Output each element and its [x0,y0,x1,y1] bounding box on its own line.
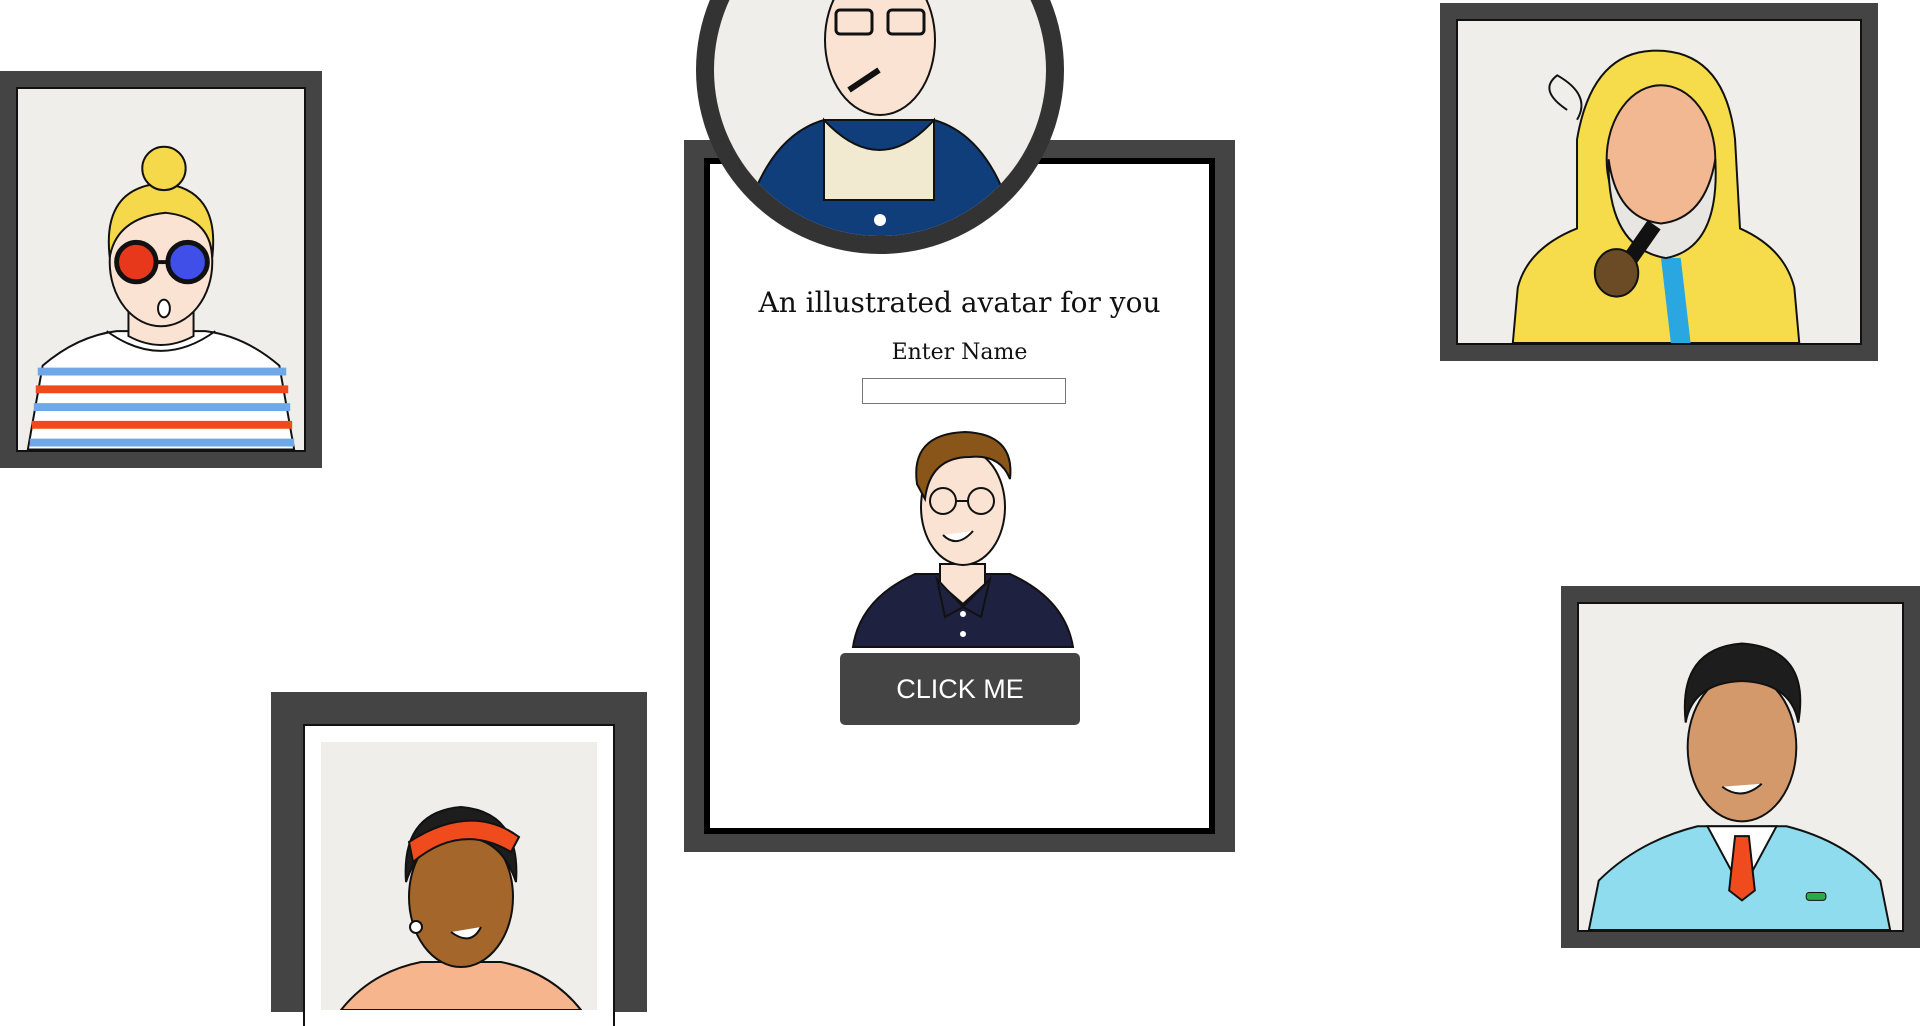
avatar-fisherman-icon [1511,49,1801,343]
name-label: Enter Name [891,340,1028,365]
portrait-frame-sweater-man [1561,586,1920,948]
click-me-button[interactable]: CLICK ME [840,653,1080,725]
portrait-frame-fisherman [1440,3,1878,361]
avatar-blonde-woman-icon [26,145,296,450]
avatar-headscarf-woman-icon [339,805,583,1010]
name-input[interactable] [862,378,1066,404]
card-title: An illustrated avatar for you [758,286,1161,319]
avatar-brown-hair-man-icon [851,430,1075,648]
portrait-frame-blonde-woman [0,71,322,468]
portrait-frame-headscarf-woman [271,692,647,1026]
avatar-sweater-man-icon [1587,642,1892,930]
portrait-medallion-redhead-man [684,0,1080,270]
